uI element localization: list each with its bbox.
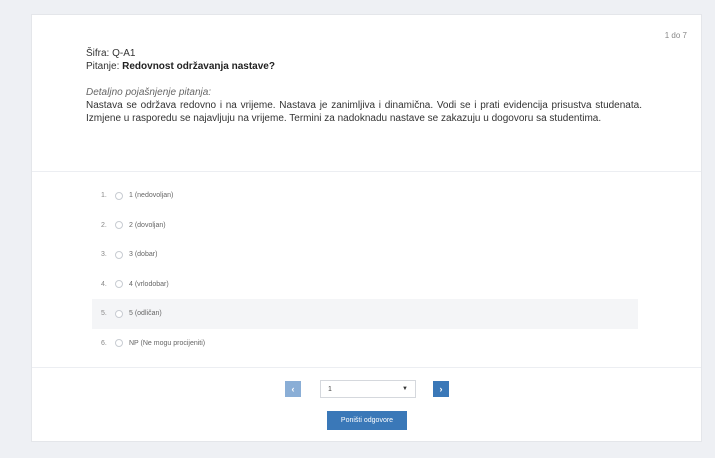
option-label: 1 (nedovoljan)	[129, 192, 174, 200]
radio-button[interactable]	[115, 250, 123, 259]
radio-button[interactable]	[115, 221, 123, 230]
radio-button[interactable]	[115, 339, 123, 348]
option-label: 3 (dobar)	[129, 251, 158, 259]
question-block: Šifra: Q-A1 Pitanje: Redovnost održavanj…	[86, 47, 642, 125]
answer-option-2[interactable]: 2. 2 (dovoljan)	[92, 211, 638, 241]
radio-button[interactable]	[115, 191, 123, 200]
answer-option-5[interactable]: 5. 5 (odličan)	[92, 299, 638, 329]
question-title: Pitanje: Redovnost održavanja nastave?	[86, 60, 642, 73]
question-code: Šifra: Q-A1	[86, 47, 642, 60]
radio-button[interactable]	[115, 280, 123, 289]
option-number: 5.	[101, 310, 107, 318]
divider	[32, 367, 701, 368]
answer-options: 1. 1 (nedovoljan) 2. 2 (dovoljan) 3. 3 (…	[92, 181, 638, 358]
next-page-button[interactable]: ›	[433, 381, 449, 397]
option-number: 3.	[101, 251, 107, 259]
chevron-left-icon: ‹	[291, 383, 295, 394]
answer-option-4[interactable]: 4. 4 (vrlodobar)	[92, 270, 638, 300]
option-label: NP (Ne mogu procijeniti)	[129, 339, 206, 347]
option-number: 1.	[101, 192, 107, 200]
pagination: ‹ 1 ▼ ›	[285, 380, 449, 398]
option-number: 2.	[101, 221, 107, 229]
option-label: 5 (odličan)	[129, 310, 162, 318]
explanation-text: Nastava se održava redovno i na vrijeme.…	[86, 100, 642, 124]
option-number: 4.	[101, 280, 107, 288]
previous-page-button[interactable]: ‹	[285, 381, 301, 397]
option-number: 6.	[101, 339, 107, 347]
option-label: 2 (dovoljan)	[129, 221, 166, 229]
reset-answers-button[interactable]: Poništi odgovore	[327, 411, 407, 430]
chevron-right-icon: ›	[439, 383, 443, 394]
page-counter: 1 do 7	[664, 31, 687, 40]
question-text: Redovnost održavanja nastave?	[122, 61, 275, 72]
question-card: 1 do 7 Šifra: Q-A1 Pitanje: Redovnost od…	[31, 14, 702, 442]
answer-option-3[interactable]: 3. 3 (dobar)	[92, 240, 638, 270]
code-label: Šifra:	[86, 48, 110, 59]
radio-button[interactable]	[115, 309, 123, 318]
page-select-value: 1	[328, 385, 332, 393]
option-label: 4 (vrlodobar)	[129, 280, 169, 288]
explanation-label: Detaljno pojašnjenje pitanja:	[86, 87, 212, 98]
caret-down-icon: ▼	[402, 386, 408, 392]
answer-option-1[interactable]: 1. 1 (nedovoljan)	[92, 181, 638, 211]
code-value: Q-A1	[112, 48, 136, 59]
page-select[interactable]: 1 ▼	[320, 380, 416, 398]
answer-option-6[interactable]: 6. NP (Ne mogu procijeniti)	[92, 329, 638, 359]
divider	[32, 171, 701, 172]
question-label: Pitanje:	[86, 61, 120, 72]
